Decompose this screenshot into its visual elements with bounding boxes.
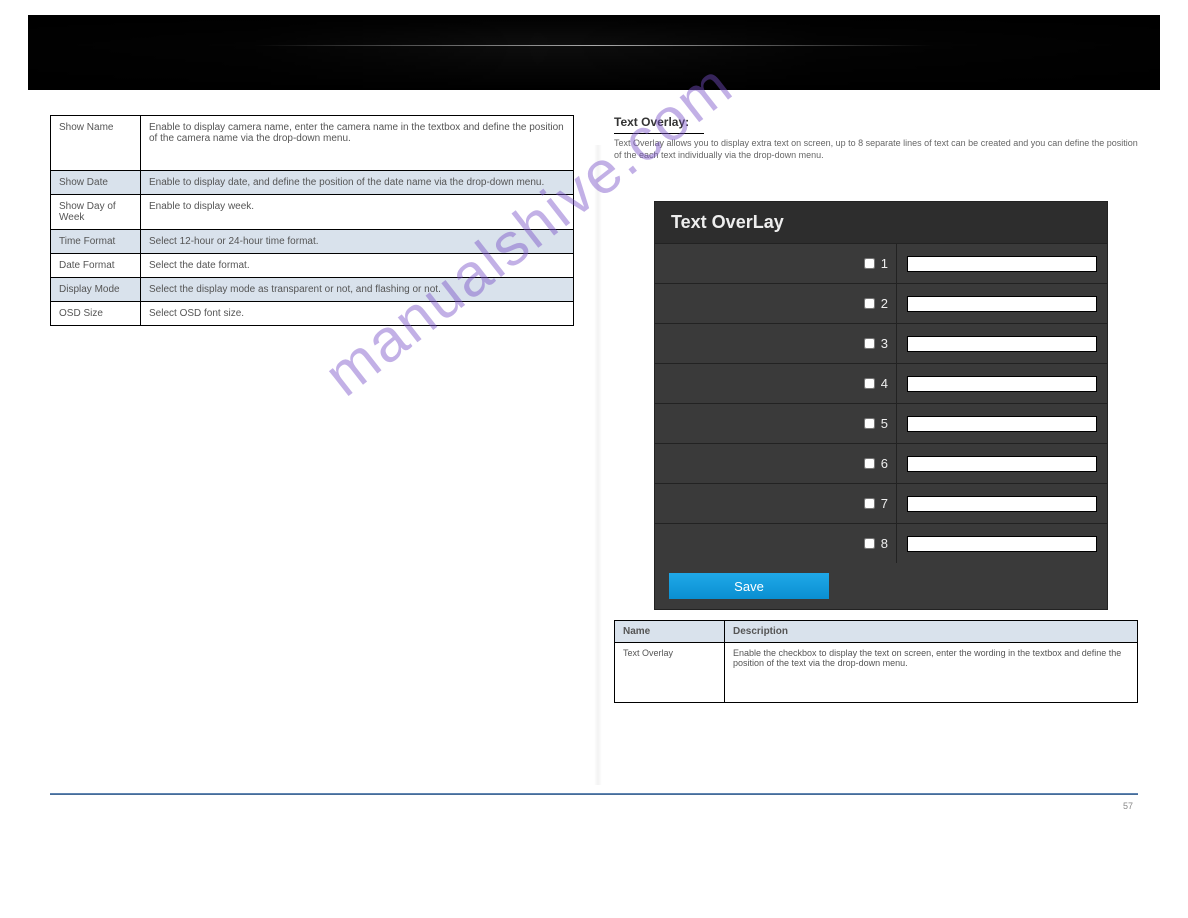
spec-row-label: OSD Size — [51, 302, 141, 326]
overlay-text-input[interactable] — [907, 336, 1097, 352]
overlay-row-number: 4 — [881, 376, 888, 391]
desc-row: Text Overlay Enable the checkbox to disp… — [615, 643, 1138, 703]
overlay-row-number: 1 — [881, 256, 888, 271]
overlay-row-label: 8 — [655, 524, 897, 563]
overlay-row-number: 7 — [881, 496, 888, 511]
overlay-input-cell — [897, 484, 1107, 523]
overlay-row-number: 3 — [881, 336, 888, 351]
overlay-input-cell — [897, 284, 1107, 323]
description-table: Name Description Text Overlay Enable the… — [614, 620, 1138, 703]
overlay-row-number: 6 — [881, 456, 888, 471]
desc-head-name: Name — [615, 621, 725, 643]
overlay-row-label: 1 — [655, 244, 897, 283]
overlay-row: 5 — [655, 403, 1107, 443]
overlay-checkbox[interactable] — [864, 498, 875, 509]
overlay-row: 3 — [655, 323, 1107, 363]
spec-row-label: Show Name — [51, 116, 141, 171]
page-number: 57 — [0, 795, 1188, 831]
widget-title: Text OverLay — [655, 202, 1107, 243]
overlay-input-cell — [897, 524, 1107, 563]
spec-row: Display ModeSelect the display mode as t… — [51, 278, 574, 302]
spec-row-label: Time Format — [51, 230, 141, 254]
desc-row-label: Text Overlay — [615, 643, 725, 703]
overlay-row-label: 2 — [655, 284, 897, 323]
overlay-row: 8 — [655, 523, 1107, 563]
overlay-row: 4 — [655, 363, 1107, 403]
spec-row-label: Show Date — [51, 171, 141, 195]
right-column: Text Overlay: Text Overlay allows you to… — [614, 115, 1138, 703]
spec-row-desc: Enable to display week. — [141, 195, 574, 230]
overlay-input-cell — [897, 324, 1107, 363]
heading-underline — [614, 133, 704, 134]
overlay-text-input[interactable] — [907, 376, 1097, 392]
section-heading: Text Overlay: — [614, 115, 1138, 129]
left-column: Show NameEnable to display camera name, … — [50, 115, 574, 703]
overlay-checkbox[interactable] — [864, 458, 875, 469]
overlay-row-label: 3 — [655, 324, 897, 363]
overlay-row-label: 5 — [655, 404, 897, 443]
overlay-row-label: 6 — [655, 444, 897, 483]
overlay-checkbox[interactable] — [864, 538, 875, 549]
overlay-checkbox[interactable] — [864, 298, 875, 309]
overlay-row: 1 — [655, 243, 1107, 283]
overlay-checkbox[interactable] — [864, 338, 875, 349]
overlay-text-input[interactable] — [907, 256, 1097, 272]
overlay-checkbox[interactable] — [864, 258, 875, 269]
overlay-row-label: 4 — [655, 364, 897, 403]
spec-row: Show DateEnable to display date, and def… — [51, 171, 574, 195]
overlay-row-number: 2 — [881, 296, 888, 311]
overlay-checkbox[interactable] — [864, 418, 875, 429]
spec-row: Show Day of WeekEnable to display week. — [51, 195, 574, 230]
spec-row-label: Show Day of Week — [51, 195, 141, 230]
spec-row-desc: Enable to display date, and define the p… — [141, 171, 574, 195]
spec-table: Show NameEnable to display camera name, … — [50, 115, 574, 326]
spec-row-desc: Select the display mode as transparent o… — [141, 278, 574, 302]
overlay-text-input[interactable] — [907, 296, 1097, 312]
desc-row-desc: Enable the checkbox to display the text … — [725, 643, 1138, 703]
overlay-checkbox[interactable] — [864, 378, 875, 389]
overlay-row-label: 7 — [655, 484, 897, 523]
overlay-text-input[interactable] — [907, 496, 1097, 512]
save-button[interactable]: Save — [669, 573, 829, 599]
overlay-row: 7 — [655, 483, 1107, 523]
overlay-row: 6 — [655, 443, 1107, 483]
widget-footer: Save — [655, 563, 1107, 609]
overlay-text-input[interactable] — [907, 456, 1097, 472]
overlay-text-input[interactable] — [907, 536, 1097, 552]
header-banner — [28, 15, 1160, 90]
overlay-row-number: 5 — [881, 416, 888, 431]
text-overlay-widget: Text OverLay 1 2 3 4 5 6 7 8 Save — [654, 201, 1108, 610]
spec-row: Date FormatSelect the date format. — [51, 254, 574, 278]
spec-row-desc: Select 12-hour or 24-hour time format. — [141, 230, 574, 254]
spec-row: Show NameEnable to display camera name, … — [51, 116, 574, 171]
overlay-row-number: 8 — [881, 536, 888, 551]
section-subtext: Text Overlay allows you to display extra… — [614, 138, 1138, 161]
spec-row: OSD SizeSelect OSD font size. — [51, 302, 574, 326]
spec-row-desc: Select OSD font size. — [141, 302, 574, 326]
spec-row-desc: Select the date format. — [141, 254, 574, 278]
overlay-input-cell — [897, 364, 1107, 403]
overlay-row: 2 — [655, 283, 1107, 323]
overlay-input-cell — [897, 244, 1107, 283]
overlay-input-cell — [897, 444, 1107, 483]
overlay-text-input[interactable] — [907, 416, 1097, 432]
desc-head-description: Description — [725, 621, 1138, 643]
overlay-input-cell — [897, 404, 1107, 443]
spec-row-label: Display Mode — [51, 278, 141, 302]
spec-row: Time FormatSelect 12-hour or 24-hour tim… — [51, 230, 574, 254]
spec-row-label: Date Format — [51, 254, 141, 278]
spec-row-desc: Enable to display camera name, enter the… — [141, 116, 574, 171]
